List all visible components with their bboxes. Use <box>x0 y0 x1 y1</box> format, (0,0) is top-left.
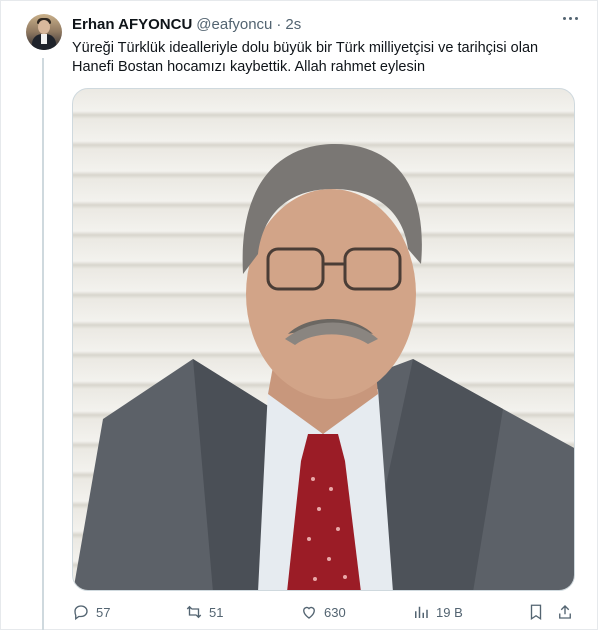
tweet-photo[interactable] <box>72 88 575 591</box>
reply-count: 57 <box>96 604 111 620</box>
share-button[interactable] <box>556 600 580 624</box>
retweet-button[interactable]: 51 <box>185 600 223 624</box>
views-count: 19 B <box>436 604 463 620</box>
retweet-icon <box>186 605 202 619</box>
like-button[interactable]: 630 <box>300 600 346 624</box>
more-icon[interactable] <box>563 17 578 20</box>
author-name[interactable]: Erhan AFYONCU <box>72 16 192 33</box>
tweet-text: Yüreği Türklük idealleriyle dolu büyük b… <box>72 40 539 75</box>
tweet-timestamp[interactable]: 2s <box>285 16 301 33</box>
bookmark-button[interactable] <box>527 600 551 624</box>
reply-icon <box>74 605 88 621</box>
bookmark-icon <box>530 604 542 621</box>
share-icon <box>559 605 571 619</box>
separator-dot: · <box>276 15 282 33</box>
tweet-actions: 57 51 630 19 B <box>72 600 582 624</box>
heart-icon <box>303 606 315 619</box>
tweet-header: Erhan AFYONCU @eafyoncu · 2s <box>72 14 301 34</box>
author-handle[interactable]: @eafyoncu <box>196 16 272 33</box>
thread-line <box>42 58 44 630</box>
retweet-count: 51 <box>209 604 224 620</box>
like-count: 630 <box>324 604 346 620</box>
avatar[interactable] <box>26 14 62 50</box>
analytics-icon <box>415 606 428 618</box>
reply-button[interactable]: 57 <box>72 600 110 624</box>
views-button[interactable]: 19 B <box>412 600 463 624</box>
